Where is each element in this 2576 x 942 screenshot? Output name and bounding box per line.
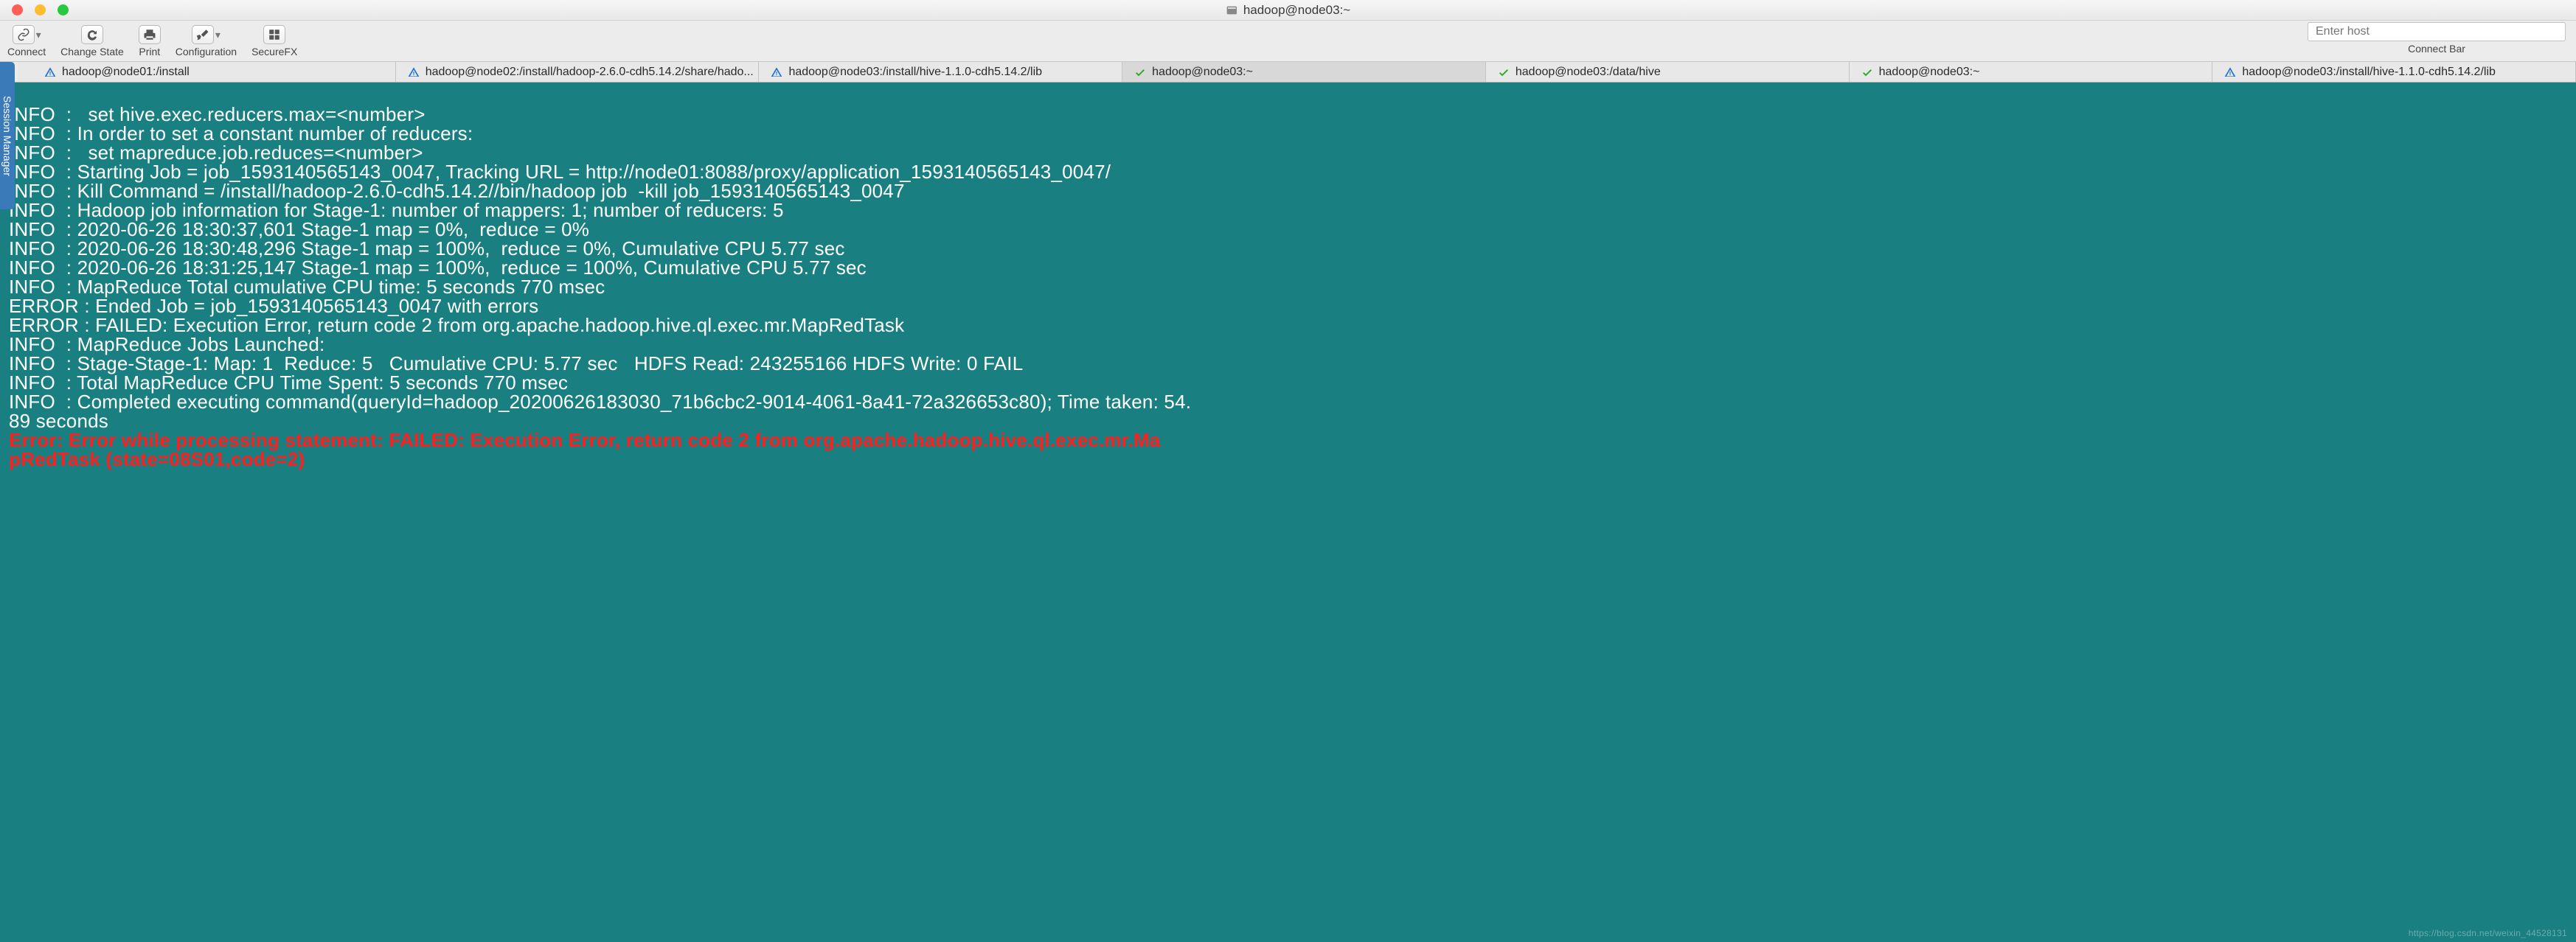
printer-icon xyxy=(143,28,156,41)
refresh-icon xyxy=(86,28,99,41)
securefx-label: SecureFX xyxy=(251,46,297,57)
tab-label: hadoop@node03:/install/hive-1.1.0-cdh5.1… xyxy=(788,66,1042,79)
terminal-output[interactable]: INFO : set hive.exec.reducers.max=<numbe… xyxy=(0,83,2576,942)
minimize-window-button[interactable] xyxy=(35,4,46,15)
close-window-button[interactable] xyxy=(12,4,23,15)
print-button[interactable]: Print xyxy=(131,21,168,61)
terminal-text: INFO : set hive.exec.reducers.max=<numbe… xyxy=(9,105,2567,469)
window-title-text: hadoop@node03:~ xyxy=(1243,3,1350,18)
change-state-label: Change State xyxy=(60,46,124,57)
connect-label: Connect xyxy=(7,46,46,57)
tab-label: hadoop@node02:/install/hadoop-2.6.0-cdh5… xyxy=(426,66,754,79)
maximize-window-button[interactable] xyxy=(58,4,69,15)
connect-button[interactable]: ▾ Connect xyxy=(0,21,53,61)
window-controls xyxy=(0,4,69,15)
grid-icon xyxy=(268,28,281,41)
connect-bar-label: Connect Bar xyxy=(2408,43,2465,55)
host-input[interactable] xyxy=(2308,22,2566,41)
securefx-button[interactable]: SecureFX xyxy=(244,21,305,61)
session-tab[interactable]: hadoop@node02:/install/hadoop-2.6.0-cdh5… xyxy=(396,62,760,82)
tab-label: hadoop@node03:~ xyxy=(1152,66,1253,79)
window-titlebar: hadoop@node03:~ xyxy=(0,0,2576,21)
session-tabs: Session Manager hadoop@node01:/installha… xyxy=(0,62,2576,83)
connect-bar: Connect Bar xyxy=(2297,21,2576,61)
link-icon xyxy=(17,28,30,41)
change-state-button[interactable]: Change State xyxy=(53,21,131,61)
watermark-text: https://blog.csdn.net/weixin_44528131 xyxy=(2409,929,2567,938)
tools-icon xyxy=(196,28,209,41)
session-tab[interactable]: hadoop@node03:~ xyxy=(1850,62,2213,82)
tab-label: hadoop@node03:~ xyxy=(1879,66,1980,79)
tab-label: hadoop@node03:/data/hive xyxy=(1516,66,1661,79)
window-title: hadoop@node03:~ xyxy=(1226,3,1350,18)
session-tab[interactable]: hadoop@node03:~ xyxy=(1122,62,1486,82)
session-manager-handle[interactable]: Session Manager xyxy=(0,62,15,209)
terminal-icon xyxy=(1226,4,1237,16)
configuration-button[interactable]: ▾ Configuration xyxy=(168,21,244,61)
tab-label: hadoop@node01:/install xyxy=(62,66,190,79)
print-label: Print xyxy=(139,46,160,57)
toolbar: ▾ Connect Change State Print ▾ Configura… xyxy=(0,21,2576,62)
configuration-label: Configuration xyxy=(176,46,237,57)
session-tab[interactable]: hadoop@node03:/data/hive xyxy=(1486,62,1850,82)
session-tab[interactable]: hadoop@node01:/install xyxy=(18,62,396,82)
session-tab[interactable]: hadoop@node03:/install/hive-1.1.0-cdh5.1… xyxy=(759,62,1122,82)
session-tab[interactable]: hadoop@node03:/install/hive-1.1.0-cdh5.1… xyxy=(2212,62,2576,82)
tab-label: hadoop@node03:/install/hive-1.1.0-cdh5.1… xyxy=(2242,66,2496,79)
